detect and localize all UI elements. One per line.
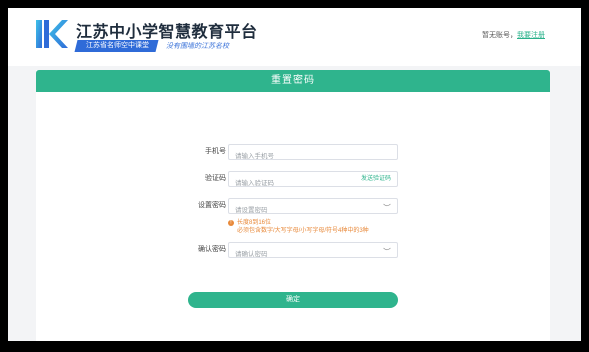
submit-button[interactable]: 确定 <box>188 292 398 308</box>
confirm-label: 确认密码 <box>198 246 226 253</box>
browser-window: 江苏中小学智慧教育平台 江苏省名师空中课堂 没有围墙的江苏名校 暂无账号，我要注… <box>8 8 581 341</box>
eye-closed-icon[interactable] <box>383 247 391 252</box>
password-hint: ! 长度8到16位 必须包含数字/大写字母/小写字母/符号4种中的3种 <box>228 219 369 235</box>
code-row: 验证码 发送验证码 <box>36 171 550 191</box>
code-input[interactable] <box>229 176 359 191</box>
send-code-button[interactable]: 发送验证码 <box>361 172 391 186</box>
hint-line-2: 必须包含数字/大写字母/小写字母/符号4种中的3种 <box>237 228 369 234</box>
account-prompt-text: 暂无账号， <box>482 32 517 39</box>
phone-row: 手机号 <box>36 144 550 164</box>
code-field-box: 发送验证码 <box>228 171 398 191</box>
phone-label: 手机号 <box>205 148 226 155</box>
confirm-row: 确认密码 <box>36 242 550 262</box>
password-field-box <box>228 198 398 218</box>
tagline-badge-text: 江苏省名师空中课堂 <box>86 42 149 49</box>
page-header: 江苏中小学智慧教育平台 江苏省名师空中课堂 没有围墙的江苏名校 暂无账号，我要注… <box>8 8 581 66</box>
phone-input[interactable] <box>229 149 359 164</box>
slogan: 没有围墙的江苏名校 <box>166 43 229 50</box>
password-input[interactable] <box>229 203 359 218</box>
confirm-input[interactable] <box>229 247 359 262</box>
account-prompt: 暂无账号，我要注册 <box>482 30 545 40</box>
card-title: 重置密码 <box>36 70 550 92</box>
code-label: 验证码 <box>205 175 226 182</box>
site-title: 江苏中小学智慧教育平台 <box>76 24 258 41</box>
tagline-badge: 江苏省名师空中课堂 <box>74 40 159 52</box>
warning-icon: ! <box>228 220 234 226</box>
phone-field-box <box>228 144 398 164</box>
password-row: 设置密码 <box>36 198 550 218</box>
reset-password-card: 重置密码 手机号 验证码 发送验证码 设置密码 ! <box>36 70 550 341</box>
password-label: 设置密码 <box>198 202 226 209</box>
logo-icon <box>36 20 68 48</box>
hint-line-1: 长度8到16位 <box>237 220 272 226</box>
eye-closed-icon[interactable] <box>383 203 391 208</box>
register-link[interactable]: 我要注册 <box>517 32 545 39</box>
confirm-field-box <box>228 242 398 262</box>
